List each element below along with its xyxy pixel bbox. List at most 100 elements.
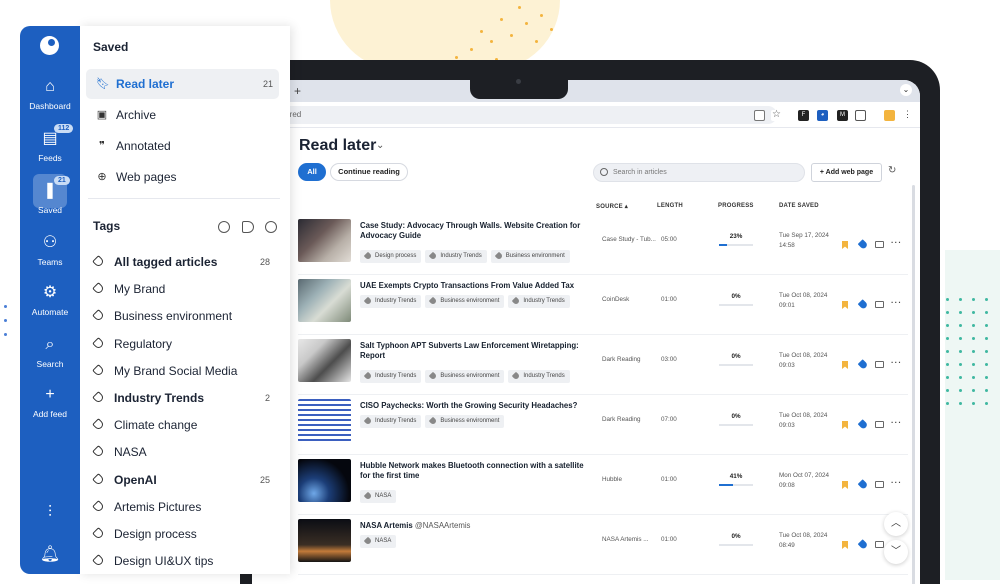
article-thumbnail[interactable] (298, 459, 351, 502)
chevron-down-icon[interactable]: ⌄ (376, 140, 384, 151)
article-title[interactable]: Hubble Network makes Bluetooth connectio… (360, 461, 595, 481)
article-tag[interactable]: Industry Trends (360, 370, 422, 383)
article-tag[interactable]: Business environment (490, 250, 570, 263)
article-tag[interactable]: NASA (360, 535, 397, 548)
filter-all[interactable]: All (298, 163, 326, 181)
article-title[interactable]: Salt Typhoon APT Subverts Law Enforcemen… (360, 341, 595, 361)
panel-item-archive[interactable]: ▣ Archive (86, 100, 279, 130)
tag-item[interactable]: Artemis Pictures (92, 497, 280, 517)
archive-icon[interactable] (875, 421, 884, 428)
article-title[interactable]: Case Study: Advocacy Through Walls. Webs… (360, 221, 595, 241)
tag-item[interactable]: All tagged articles 28 (92, 252, 280, 272)
bookmark-icon[interactable] (842, 481, 848, 489)
extension-icon[interactable]: M (837, 110, 848, 121)
tag-item[interactable]: Industry Trends 2 (92, 388, 280, 408)
article-row[interactable]: CISO Paychecks: Worth the Growing Securi… (298, 395, 908, 455)
tag-icon[interactable] (857, 239, 869, 250)
column-header-date[interactable]: DATE SAVED (779, 203, 819, 209)
bell-icon[interactable]: 🔔︎ (20, 546, 80, 564)
menu-dots-icon[interactable]: ⋮ (902, 110, 913, 121)
archive-icon[interactable] (875, 361, 884, 368)
bookmark-icon[interactable] (842, 541, 848, 549)
chevron-down-icon[interactable]: ⌄ (900, 84, 912, 96)
nav-item-search[interactable]: ⌕ Search (20, 336, 80, 369)
nav-item-saved[interactable]: ❚ 21 Saved (20, 174, 80, 215)
nav-item-automate[interactable]: ⚙ Automate (20, 284, 80, 317)
tag-item[interactable]: My Brand (92, 279, 280, 299)
article-row[interactable]: NASA Artemis @NASAArtemis NASA NASA Artemi… (298, 515, 908, 575)
panel-item-annotated[interactable]: ❞ Annotated (86, 131, 279, 161)
nav-item-add-feed[interactable]: + Add feed (20, 386, 80, 419)
bookmark-icon[interactable] (842, 301, 848, 309)
article-tag[interactable]: Business environment (425, 415, 505, 428)
article-tag[interactable]: Industry Trends (425, 250, 487, 263)
article-tag[interactable]: Industry Trends (360, 415, 422, 428)
article-tag[interactable]: Industry Trends (360, 295, 422, 308)
tag-icon[interactable] (857, 419, 869, 430)
article-thumbnail[interactable] (298, 399, 351, 442)
add-tag-icon[interactable] (242, 221, 254, 233)
tag-item[interactable]: Climate change (92, 415, 280, 435)
more-icon[interactable]: ··· (891, 418, 902, 427)
article-tag[interactable]: Business environment (425, 295, 505, 308)
bookmark-icon[interactable] (842, 241, 848, 249)
archive-icon[interactable] (875, 241, 884, 248)
article-title[interactable]: CISO Paychecks: Worth the Growing Securi… (360, 401, 595, 411)
extension-icon[interactable] (884, 110, 895, 121)
archive-icon[interactable] (875, 541, 884, 548)
article-row[interactable]: Salt Typhoon APT Subverts Law Enforcemen… (298, 335, 908, 395)
article-tag[interactable]: NASA (360, 490, 397, 503)
article-tag[interactable]: Industry Trends (508, 370, 570, 383)
tag-item[interactable]: Regulatory (92, 334, 280, 354)
scroll-down-button[interactable]: ﹀ (884, 540, 908, 564)
filter-continue-reading[interactable]: Continue reading (330, 163, 408, 181)
column-header-source[interactable]: SOURCE ▴ (596, 203, 628, 210)
article-row[interactable]: UAE Exempts Crypto Transactions From Val… (298, 275, 908, 335)
search-input[interactable]: Search in articles (593, 163, 805, 182)
article-title[interactable]: NASA Artemis @NASAArtemis (360, 521, 595, 531)
article-thumbnail[interactable] (298, 279, 351, 322)
tag-icon[interactable] (857, 539, 869, 550)
panel-item-web-pages[interactable]: ⊕ Web pages (86, 162, 279, 192)
tag-icon[interactable] (857, 299, 869, 310)
settings-icon[interactable] (218, 221, 230, 233)
tag-item[interactable]: NASA (92, 442, 280, 462)
more-icon[interactable]: ··· (891, 358, 902, 367)
puzzle-icon[interactable] (855, 110, 866, 121)
more-icon[interactable]: ··· (891, 298, 902, 307)
nav-item-dashboard[interactable]: ⌂ Dashboard (20, 78, 80, 111)
add-web-page-button[interactable]: + Add web page (811, 163, 882, 182)
tag-item[interactable]: Business environment (92, 306, 280, 326)
tag-item[interactable]: OpenAI 25 (92, 470, 280, 490)
nav-item-feeds[interactable]: ▤ 112 Feeds (20, 124, 80, 163)
archive-icon[interactable] (875, 301, 884, 308)
column-header-progress[interactable]: PROGRESS (718, 203, 754, 209)
archive-icon[interactable] (875, 481, 884, 488)
star-icon[interactable]: ☆ (771, 110, 782, 121)
panel-item-read-later[interactable]: 🔖︎ Read later 21 (86, 69, 279, 99)
article-thumbnail[interactable] (298, 219, 351, 262)
article-tag[interactable]: Design process (360, 250, 422, 263)
article-row[interactable]: Case Study: Advocacy Through Walls. Webs… (298, 215, 908, 275)
column-header-length[interactable]: LENGTH (657, 203, 683, 209)
tag-item[interactable]: My Brand Social Media (92, 361, 280, 381)
extension-icon[interactable]: F (798, 110, 809, 121)
more-icon[interactable]: ··· (891, 238, 902, 247)
tag-item[interactable]: Design UI&UX tips (92, 551, 280, 571)
address-field[interactable]: rred (252, 106, 777, 124)
article-tag[interactable]: Business environment (425, 370, 505, 383)
article-tag[interactable]: Industry Trends (508, 295, 570, 308)
tag-icon[interactable] (857, 359, 869, 370)
article-thumbnail[interactable] (298, 339, 351, 382)
nav-item-teams[interactable]: ⚇ Teams (20, 234, 80, 267)
bookmark-icon[interactable] (842, 361, 848, 369)
cast-icon[interactable] (754, 110, 765, 121)
article-thumbnail[interactable] (298, 519, 351, 562)
extension-icon[interactable]: ◕ (817, 110, 828, 121)
new-tab-button[interactable]: + (294, 84, 301, 98)
app-logo[interactable] (40, 36, 59, 55)
scroll-up-button[interactable]: ︿ (884, 512, 908, 536)
refresh-icon[interactable]: ↻ (888, 165, 896, 176)
scrollbar[interactable] (912, 185, 915, 584)
more-icon[interactable]: ··· (891, 478, 902, 487)
